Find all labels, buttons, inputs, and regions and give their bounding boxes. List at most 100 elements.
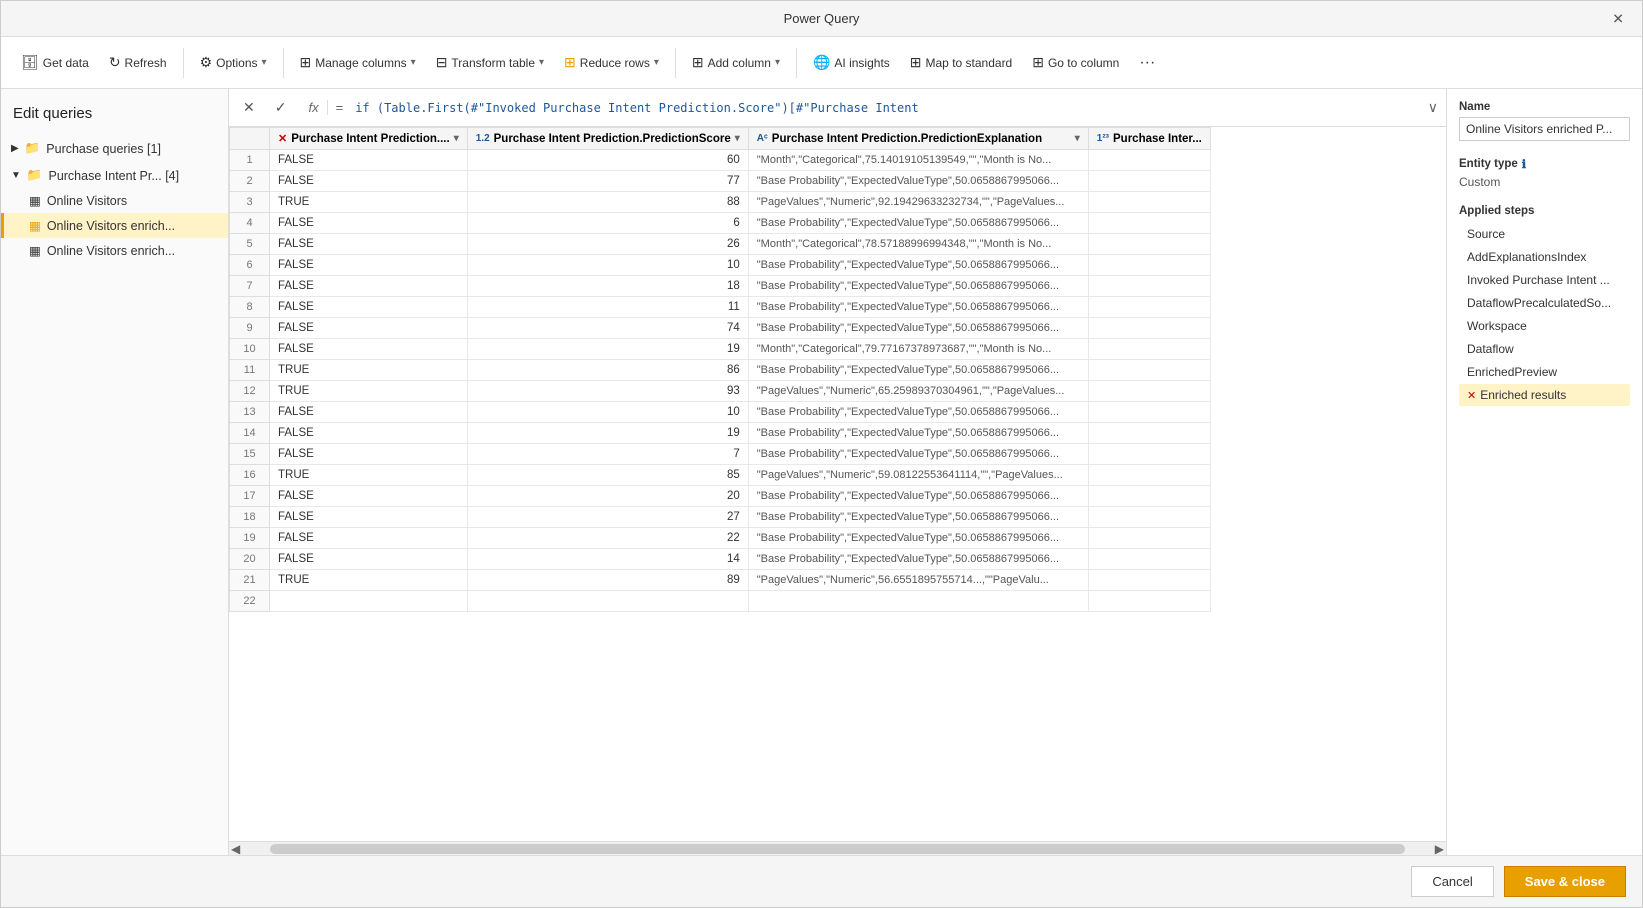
purchase-inter-cell[interactable] bbox=[1088, 465, 1210, 486]
col-header-purchase-intent[interactable]: ✕ Purchase Intent Prediction.... ▾ bbox=[270, 128, 468, 150]
score-cell[interactable]: 85 bbox=[467, 465, 748, 486]
explanation-cell[interactable]: "Base Probability","ExpectedValueType",5… bbox=[748, 528, 1088, 549]
purchase-inter-cell[interactable] bbox=[1088, 192, 1210, 213]
bool-cell[interactable]: FALSE bbox=[270, 486, 468, 507]
purchase-inter-cell[interactable] bbox=[1088, 402, 1210, 423]
filter-btn-2[interactable]: ▾ bbox=[735, 133, 740, 144]
score-cell[interactable]: 10 bbox=[467, 402, 748, 423]
more-button[interactable]: ··· bbox=[1131, 50, 1163, 76]
score-cell[interactable]: 22 bbox=[467, 528, 748, 549]
bool-cell[interactable]: TRUE bbox=[270, 465, 468, 486]
purchase-inter-cell[interactable] bbox=[1088, 171, 1210, 192]
bool-cell[interactable]: FALSE bbox=[270, 444, 468, 465]
purchase-inter-cell[interactable] bbox=[1088, 591, 1210, 612]
score-cell[interactable]: 7 bbox=[467, 444, 748, 465]
col-header-explanation[interactable]: Aᶜ Purchase Intent Prediction.Prediction… bbox=[748, 128, 1088, 150]
bool-cell[interactable]: FALSE bbox=[270, 234, 468, 255]
bool-cell[interactable]: TRUE bbox=[270, 192, 468, 213]
sidebar-group-purchase-queries-header[interactable]: ▶ 📁 Purchase queries [1] bbox=[1, 136, 228, 161]
explanation-cell[interactable]: "Month","Categorical",75.14019105139549,… bbox=[748, 150, 1088, 171]
purchase-inter-cell[interactable] bbox=[1088, 507, 1210, 528]
score-cell[interactable]: 74 bbox=[467, 318, 748, 339]
explanation-cell[interactable]: "PageValues","Numeric",65.25989370304961… bbox=[748, 381, 1088, 402]
purchase-inter-cell[interactable] bbox=[1088, 570, 1210, 591]
bool-cell[interactable]: TRUE bbox=[270, 360, 468, 381]
explanation-cell[interactable]: "Base Probability","ExpectedValueType",5… bbox=[748, 486, 1088, 507]
name-input[interactable] bbox=[1459, 117, 1630, 141]
score-cell[interactable]: 60 bbox=[467, 150, 748, 171]
step-item-enriched-preview[interactable]: EnrichedPreview bbox=[1459, 361, 1630, 383]
purchase-inter-cell[interactable] bbox=[1088, 528, 1210, 549]
purchase-inter-cell[interactable] bbox=[1088, 255, 1210, 276]
bool-cell[interactable]: FALSE bbox=[270, 549, 468, 570]
score-cell[interactable]: 86 bbox=[467, 360, 748, 381]
save-close-button[interactable]: Save & close bbox=[1504, 866, 1626, 897]
score-cell[interactable]: 10 bbox=[467, 255, 748, 276]
explanation-cell[interactable]: "Month","Categorical",79.77167378973687,… bbox=[748, 339, 1088, 360]
score-cell[interactable]: 18 bbox=[467, 276, 748, 297]
close-button[interactable]: ✕ bbox=[1604, 6, 1632, 31]
score-cell[interactable]: 88 bbox=[467, 192, 748, 213]
filter-btn-1[interactable]: ▾ bbox=[454, 133, 459, 144]
score-cell[interactable]: 6 bbox=[467, 213, 748, 234]
step-item-dataflow[interactable]: Dataflow bbox=[1459, 338, 1630, 360]
step-item-source[interactable]: Source bbox=[1459, 223, 1630, 245]
bool-cell[interactable]: TRUE bbox=[270, 570, 468, 591]
score-cell[interactable] bbox=[467, 591, 748, 612]
purchase-inter-cell[interactable] bbox=[1088, 150, 1210, 171]
col-header-score[interactable]: 1.2 Purchase Intent Prediction.Predictio… bbox=[467, 128, 748, 150]
score-cell[interactable]: 77 bbox=[467, 171, 748, 192]
purchase-inter-cell[interactable] bbox=[1088, 381, 1210, 402]
bool-cell[interactable]: FALSE bbox=[270, 276, 468, 297]
score-cell[interactable]: 26 bbox=[467, 234, 748, 255]
bool-cell[interactable]: FALSE bbox=[270, 150, 468, 171]
explanation-cell[interactable]: "PageValues","Numeric",92.19429633232734… bbox=[748, 192, 1088, 213]
map-to-standard-button[interactable]: ⊞ Map to standard bbox=[902, 50, 1020, 75]
explanation-cell[interactable]: "Base Probability","ExpectedValueType",5… bbox=[748, 402, 1088, 423]
explanation-cell[interactable] bbox=[748, 591, 1088, 612]
manage-columns-button[interactable]: ⊞ Manage columns ▾ bbox=[292, 50, 424, 75]
sidebar-item-online-visitors-enrich2[interactable]: ▦ Online Visitors enrich... bbox=[1, 238, 228, 263]
options-button[interactable]: ⚙ Options ▾ bbox=[192, 50, 275, 75]
explanation-cell[interactable]: "Base Probability","ExpectedValueType",5… bbox=[748, 549, 1088, 570]
score-cell[interactable]: 11 bbox=[467, 297, 748, 318]
bool-cell[interactable] bbox=[270, 591, 468, 612]
purchase-inter-cell[interactable] bbox=[1088, 486, 1210, 507]
cancel-button[interactable]: Cancel bbox=[1411, 866, 1493, 897]
explanation-cell[interactable]: "PageValues","Numeric",56.6551895755714.… bbox=[748, 570, 1088, 591]
sidebar-item-online-visitors-enrich1[interactable]: ▦ Online Visitors enrich... bbox=[1, 213, 228, 238]
purchase-inter-cell[interactable] bbox=[1088, 234, 1210, 255]
transform-table-button[interactable]: ⊟ Transform table ▾ bbox=[428, 50, 552, 75]
step-item-dataflow-precalculated[interactable]: DataflowPrecalculatedSo... bbox=[1459, 292, 1630, 314]
score-cell[interactable]: 19 bbox=[467, 423, 748, 444]
add-column-button[interactable]: ⊞ Add column ▾ bbox=[684, 50, 788, 75]
bool-cell[interactable]: FALSE bbox=[270, 213, 468, 234]
reduce-rows-button[interactable]: ⊞ Reduce rows ▾ bbox=[556, 50, 667, 75]
bool-cell[interactable]: FALSE bbox=[270, 339, 468, 360]
bool-cell[interactable]: FALSE bbox=[270, 423, 468, 444]
scroll-right-btn[interactable]: ▶ bbox=[1435, 842, 1444, 856]
sidebar-item-online-visitors[interactable]: ▦ Online Visitors bbox=[1, 188, 228, 213]
score-cell[interactable]: 93 bbox=[467, 381, 748, 402]
purchase-inter-cell[interactable] bbox=[1088, 213, 1210, 234]
explanation-cell[interactable]: "Base Probability","ExpectedValueType",5… bbox=[748, 360, 1088, 381]
bool-cell[interactable]: FALSE bbox=[270, 318, 468, 339]
purchase-inter-cell[interactable] bbox=[1088, 276, 1210, 297]
sidebar-group-purchase-intent-header[interactable]: ▼ 📁 Purchase Intent Pr... [4] bbox=[1, 163, 228, 188]
formula-expand-button[interactable]: ∨ bbox=[1428, 99, 1438, 116]
filter-btn-3[interactable]: ▾ bbox=[1075, 133, 1080, 144]
score-cell[interactable]: 14 bbox=[467, 549, 748, 570]
bool-cell[interactable]: FALSE bbox=[270, 402, 468, 423]
ai-insights-button[interactable]: 🌐 AI insights bbox=[805, 50, 898, 75]
explanation-cell[interactable]: "Base Probability","ExpectedValueType",5… bbox=[748, 255, 1088, 276]
score-cell[interactable]: 89 bbox=[467, 570, 748, 591]
purchase-inter-cell[interactable] bbox=[1088, 318, 1210, 339]
step-item-add-explanations[interactable]: AddExplanationsIndex bbox=[1459, 246, 1630, 268]
score-cell[interactable]: 27 bbox=[467, 507, 748, 528]
score-cell[interactable]: 19 bbox=[467, 339, 748, 360]
col-header-purchase-inter[interactable]: 1²³ Purchase Inter... bbox=[1088, 128, 1210, 150]
step-item-workspace[interactable]: Workspace bbox=[1459, 315, 1630, 337]
refresh-button[interactable]: ↻ Refresh bbox=[101, 50, 175, 75]
purchase-inter-cell[interactable] bbox=[1088, 444, 1210, 465]
step-item-enriched-results[interactable]: ✕Enriched results bbox=[1459, 384, 1630, 406]
